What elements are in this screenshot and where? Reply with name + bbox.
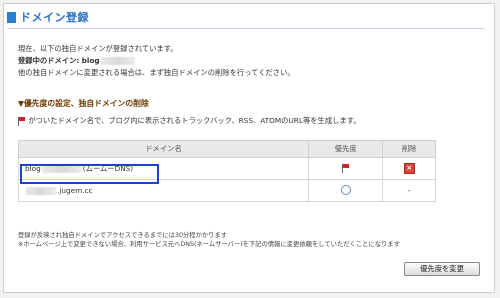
redacted-text [26, 187, 56, 195]
domain-suffix: .jugem.cc [57, 186, 93, 195]
note-line-2: ※ホームページ上で変更できない場合、利用サービス元へDNS(ネームサーバー)を下… [18, 241, 400, 248]
domain-suffix: (ムームーDNS) [82, 163, 134, 173]
column-header-delete: 削除 [382, 140, 436, 158]
priority-cell [308, 179, 384, 202]
domain-table: ドメイン名 優先度 削除 blog (ムームーDNS) × .jugem.cc - [17, 140, 436, 202]
table-row: blog (ムームーDNS) × [17, 157, 436, 180]
page-title: ドメイン登録 [20, 11, 89, 24]
registered-domain-line: 登録中のドメイン: blog [18, 56, 136, 66]
domain-cell: .jugem.cc [17, 179, 310, 202]
domain-cell: blog (ムームーDNS) [17, 157, 310, 180]
column-header-domain: ドメイン名 [17, 140, 310, 158]
section-description: がついたドメイン名で、ブログ内に表示されるトラックバック、RSS、ATOMのUR… [18, 116, 361, 126]
priority-cell [308, 157, 384, 180]
change-priority-button[interactable]: 優先度を変更 [404, 262, 480, 276]
priority-radio[interactable] [340, 184, 351, 195]
delete-cell: × [382, 157, 436, 180]
section-description-text: がついたドメイン名で、ブログ内に表示されるトラックバック、RSS、ATOMのUR… [28, 116, 361, 125]
delete-icon[interactable]: × [403, 163, 415, 174]
table-header-row: ドメイン名 優先度 削除 [17, 140, 436, 158]
title-marker-icon [7, 11, 16, 23]
page-title-row: ドメイン登録 [7, 9, 89, 25]
registered-domain-value: blog [81, 56, 100, 65]
registered-domain-label: 登録中のドメイン: [18, 56, 80, 65]
redacted-text [41, 164, 82, 173]
flag-icon [18, 116, 26, 126]
notes: 登録が反映され独自ドメインでアクセスできるまでには30分程かかります ※ホームペ… [18, 231, 400, 249]
table-row: .jugem.cc - [17, 179, 436, 202]
intro-line-3: 他の独自ドメインに変更される場合は、まず独自ドメインの削除を行ってください。 [18, 68, 295, 77]
intro-line-1: 現在、以下の独自ドメインが登録されています。 [18, 44, 178, 53]
redacted-text [100, 57, 135, 65]
section-heading: ▼優先度の設定、独自ドメインの削除 [18, 99, 149, 108]
flag-icon [341, 164, 350, 174]
title-divider [7, 28, 485, 29]
domain-prefix: blog [25, 163, 41, 173]
column-header-priority: 優先度 [308, 140, 384, 158]
delete-cell: - [382, 179, 436, 202]
note-line-1: 登録が反映され独自ドメインでアクセスできるまでには30分程かかります [18, 232, 228, 239]
